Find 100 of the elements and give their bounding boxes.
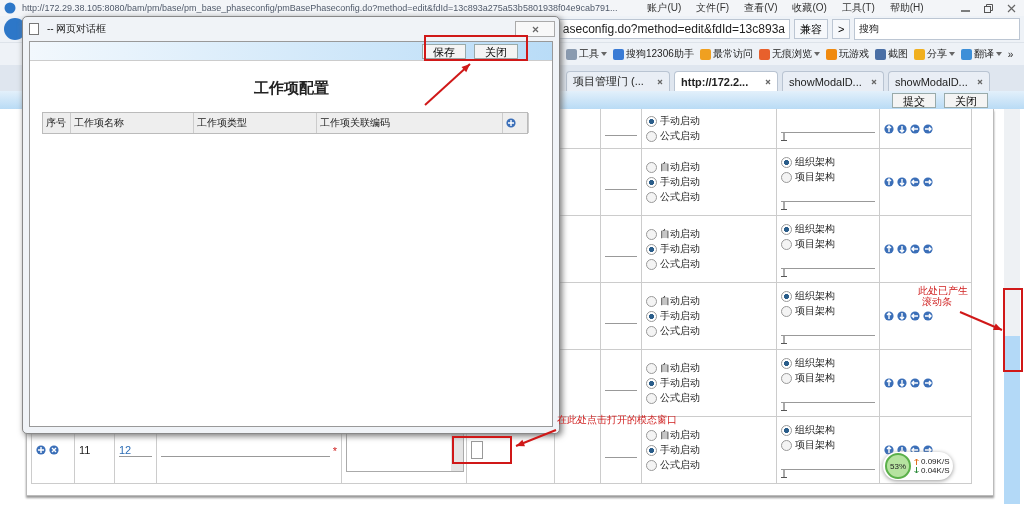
page-button[interactable]: 关闭: [944, 92, 988, 108]
left-arrow-icon[interactable]: [910, 311, 920, 321]
radio-button[interactable]: [646, 191, 657, 203]
menu-item[interactable]: 帮助(H): [889, 1, 924, 15]
radio-label: 组织架构: [795, 289, 835, 303]
compat-button[interactable]: 兼容: [794, 19, 828, 39]
radio-button[interactable]: [646, 310, 657, 322]
radio-button[interactable]: [646, 444, 657, 456]
browser-tab[interactable]: showModalD...: [782, 71, 884, 91]
radio-button[interactable]: [781, 238, 792, 250]
right-arrow-icon[interactable]: [923, 123, 933, 134]
close-icon[interactable]: [1007, 3, 1016, 13]
radio-button[interactable]: [781, 357, 792, 369]
radio-button[interactable]: [781, 305, 792, 317]
restore-icon[interactable]: [984, 3, 993, 13]
bookmark-item[interactable]: 截图: [887, 47, 908, 61]
left-arrow-icon[interactable]: [910, 244, 920, 254]
right-arrow-icon[interactable]: [923, 244, 933, 254]
annotation-text: 在此处点击打开的模态窗口: [557, 414, 677, 425]
radio-button[interactable]: [781, 171, 792, 183]
up-arrow-icon: [914, 458, 919, 465]
radio-button[interactable]: [646, 377, 657, 389]
close-icon[interactable]: [657, 78, 663, 85]
more-button[interactable]: »: [1007, 48, 1014, 60]
radio-button[interactable]: [646, 243, 657, 255]
radio-button[interactable]: [646, 258, 657, 270]
pin-icon[interactable]: [781, 268, 787, 277]
close-icon[interactable]: [871, 78, 877, 85]
up-arrow-icon[interactable]: [884, 177, 894, 187]
bookmark-item[interactable]: 最常访问: [712, 47, 753, 61]
bookmark-item[interactable]: 搜狗12306助手: [626, 47, 694, 61]
down-arrow-icon[interactable]: [897, 123, 907, 134]
radio-button[interactable]: [646, 161, 657, 173]
left-arrow-icon[interactable]: [910, 123, 920, 134]
radio-button[interactable]: [646, 115, 657, 127]
down-arrow-icon[interactable]: [897, 311, 907, 321]
radio-button[interactable]: [646, 295, 657, 307]
bookmark-item[interactable]: 工具: [579, 47, 599, 61]
down-arrow-icon[interactable]: [897, 177, 907, 187]
close-icon[interactable]: [765, 78, 771, 85]
scrollbar-thumb[interactable]: [1004, 336, 1020, 504]
up-arrow-icon[interactable]: [884, 445, 894, 455]
next-button[interactable]: >: [832, 19, 851, 39]
radio-button[interactable]: [646, 392, 657, 404]
right-arrow-icon[interactable]: [923, 311, 933, 321]
up-arrow-icon[interactable]: [884, 378, 894, 388]
add-icon[interactable]: [506, 118, 516, 128]
browser-tab[interactable]: 项目管理门 (...: [566, 71, 670, 91]
add-icon[interactable]: [36, 445, 46, 455]
radio-button[interactable]: [646, 176, 657, 188]
pin-icon[interactable]: [781, 133, 787, 141]
close-icon[interactable]: [977, 78, 983, 85]
pin-icon[interactable]: [781, 469, 787, 478]
menu-item[interactable]: 收藏(O): [792, 1, 827, 15]
bookmark-item[interactable]: 分享: [926, 47, 947, 61]
browser-tab[interactable]: showModalD...: [888, 71, 990, 91]
radio-button[interactable]: [646, 362, 657, 374]
left-arrow-icon[interactable]: [910, 177, 920, 187]
usage-gauge: 53%: [885, 453, 911, 479]
search-field[interactable]: 搜狗: [854, 18, 1020, 40]
radio-button[interactable]: [646, 459, 657, 471]
radio-button[interactable]: [781, 156, 792, 168]
radio-label: 组织架构: [795, 155, 835, 169]
pin-icon[interactable]: [781, 402, 787, 411]
radio-button[interactable]: [646, 429, 657, 441]
down-arrow-icon[interactable]: [897, 378, 907, 388]
menu-item[interactable]: 账户(U): [647, 1, 682, 15]
radio-button[interactable]: [646, 228, 657, 240]
scrollbar[interactable]: [1004, 109, 1020, 504]
radio-button[interactable]: [781, 223, 792, 235]
menu-item[interactable]: 文件(F): [696, 1, 730, 15]
right-arrow-icon[interactable]: [923, 378, 933, 388]
menu-item[interactable]: 工具(T): [841, 1, 875, 15]
close-button[interactable]: [515, 21, 555, 37]
bookmark-item[interactable]: 翻译: [973, 47, 994, 61]
radio-button[interactable]: [781, 372, 792, 384]
left-arrow-icon[interactable]: [910, 378, 920, 388]
up-arrow-icon[interactable]: [884, 311, 894, 321]
close-icon[interactable]: [531, 25, 539, 33]
up-arrow-icon[interactable]: [884, 244, 894, 254]
code-field[interactable]: 12: [119, 443, 152, 457]
remove-icon[interactable]: [49, 445, 59, 455]
browser-tab[interactable]: http://172.2...: [674, 71, 778, 91]
down-arrow-icon[interactable]: [897, 244, 907, 254]
page-button[interactable]: 提交: [892, 92, 936, 108]
pin-icon[interactable]: [781, 335, 787, 344]
radio-button[interactable]: [646, 130, 657, 142]
bookmark-item[interactable]: 无痕浏览: [771, 47, 812, 61]
pin-icon[interactable]: [781, 201, 787, 210]
dialog-button[interactable]: 保存: [422, 43, 466, 59]
radio-button[interactable]: [781, 424, 792, 436]
bookmark-item[interactable]: 玩游戏: [838, 47, 869, 61]
up-arrow-icon[interactable]: [884, 123, 894, 134]
menu-item[interactable]: 查看(V): [744, 1, 778, 15]
dialog-button[interactable]: 关闭: [474, 43, 518, 59]
right-arrow-icon[interactable]: [923, 177, 933, 187]
radio-button[interactable]: [781, 439, 792, 451]
radio-button[interactable]: [646, 325, 657, 337]
popup-field[interactable]: [471, 441, 483, 459]
radio-button[interactable]: [781, 290, 792, 302]
